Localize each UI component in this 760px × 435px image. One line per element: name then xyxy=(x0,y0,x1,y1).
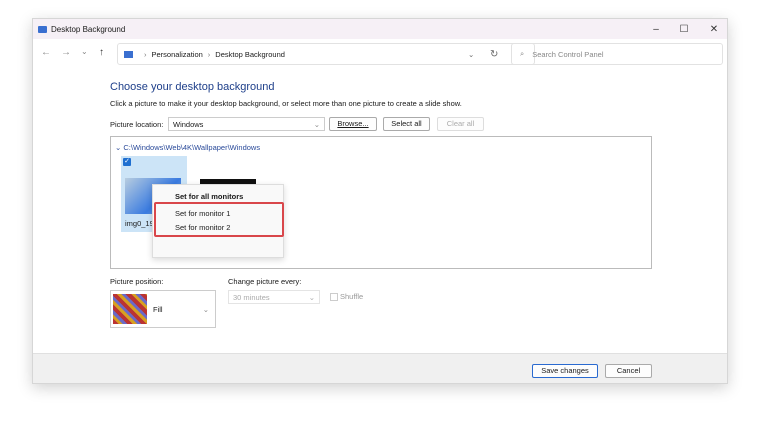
recent-locations-button[interactable]: ⌄ xyxy=(81,47,88,56)
title-bar: Desktop Background xyxy=(33,19,727,39)
page-subtitle: Click a picture to make it your desktop … xyxy=(110,99,462,108)
page-title: Choose your desktop background xyxy=(110,81,275,93)
picture-position-select[interactable]: Fill ⌄ xyxy=(110,290,216,328)
menu-item-set-monitor-1[interactable]: Set for monitor 1 xyxy=(175,209,230,218)
desktop-background-window: Desktop Background – ☐ ✕ ← → ⌄ ↑ › Perso… xyxy=(32,18,728,384)
navigation-bar: ← → ⌄ ↑ › Personalization › Desktop Back… xyxy=(33,43,727,65)
chevron-down-icon: ⌄ xyxy=(202,305,209,314)
folder-group-header[interactable]: ⌄ C:\Windows\Web\4K\Wallpaper\Windows xyxy=(115,143,260,152)
browse-button[interactable]: Browse... xyxy=(329,117,377,131)
chevron-right-icon: › xyxy=(207,49,211,59)
up-button[interactable]: ↑ xyxy=(99,47,104,58)
maximize-button[interactable]: ☐ xyxy=(669,19,699,39)
picture-location-label: Picture location: xyxy=(110,120,164,129)
close-button[interactable]: ✕ xyxy=(699,19,727,39)
refresh-button[interactable]: ↻ xyxy=(490,49,498,60)
cancel-button[interactable]: Cancel xyxy=(605,364,652,378)
search-placeholder: Search Control Panel xyxy=(532,49,604,59)
address-dropdown-button[interactable]: ⌄ xyxy=(468,50,474,59)
context-menu: Set for all monitors Set for monitor 1 S… xyxy=(152,184,284,258)
interval-value: 30 minutes xyxy=(233,293,270,302)
control-panel-icon xyxy=(124,50,133,58)
breadcrumb-desktop-background[interactable]: Desktop Background xyxy=(215,50,285,59)
back-button[interactable]: ← xyxy=(41,47,51,58)
chevron-down-icon: ⌄ xyxy=(308,293,315,302)
address-bar[interactable]: › Personalization › Desktop Background ⌄… xyxy=(117,43,535,65)
clear-all-button[interactable]: Clear all xyxy=(437,117,484,131)
menu-item-set-monitor-2[interactable]: Set for monitor 2 xyxy=(175,223,230,232)
window-title: Desktop Background xyxy=(51,24,126,34)
change-picture-label: Change picture every: xyxy=(228,277,302,286)
folder-path: C:\Windows\Web\4K\Wallpaper\Windows xyxy=(123,143,261,152)
search-icon: ⌕ xyxy=(520,49,525,58)
shuffle-checkbox[interactable]: Shuffle xyxy=(330,292,363,301)
picture-label: img0_19 xyxy=(125,219,154,228)
interval-select[interactable]: 30 minutes ⌄ xyxy=(228,290,320,304)
chevron-right-icon: › xyxy=(144,49,147,59)
picture-position-value: Fill xyxy=(153,305,163,314)
shuffle-label: Shuffle xyxy=(340,292,364,301)
forward-button[interactable]: → xyxy=(61,47,71,58)
position-preview-image xyxy=(113,294,147,324)
search-input[interactable]: ⌕ Search Control Panel xyxy=(511,43,723,65)
footer-bar: Save changes Cancel xyxy=(33,353,727,383)
select-all-button[interactable]: Select all xyxy=(383,117,430,131)
checkbox-unchecked xyxy=(330,292,338,301)
checkbox-checked[interactable]: ✓ xyxy=(123,158,131,166)
menu-item-set-all-monitors[interactable]: Set for all monitors xyxy=(175,192,243,201)
save-changes-button[interactable]: Save changes xyxy=(532,364,598,378)
app-icon xyxy=(38,25,47,33)
picture-location-select[interactable]: Windows ⌄ xyxy=(168,117,325,131)
picture-location-value: Windows xyxy=(173,120,204,129)
minimize-button[interactable]: – xyxy=(641,19,671,39)
chevron-down-icon: ⌄ xyxy=(313,120,320,129)
breadcrumb-personalization[interactable]: Personalization xyxy=(152,50,203,59)
picture-position-label: Picture position: xyxy=(110,277,164,286)
